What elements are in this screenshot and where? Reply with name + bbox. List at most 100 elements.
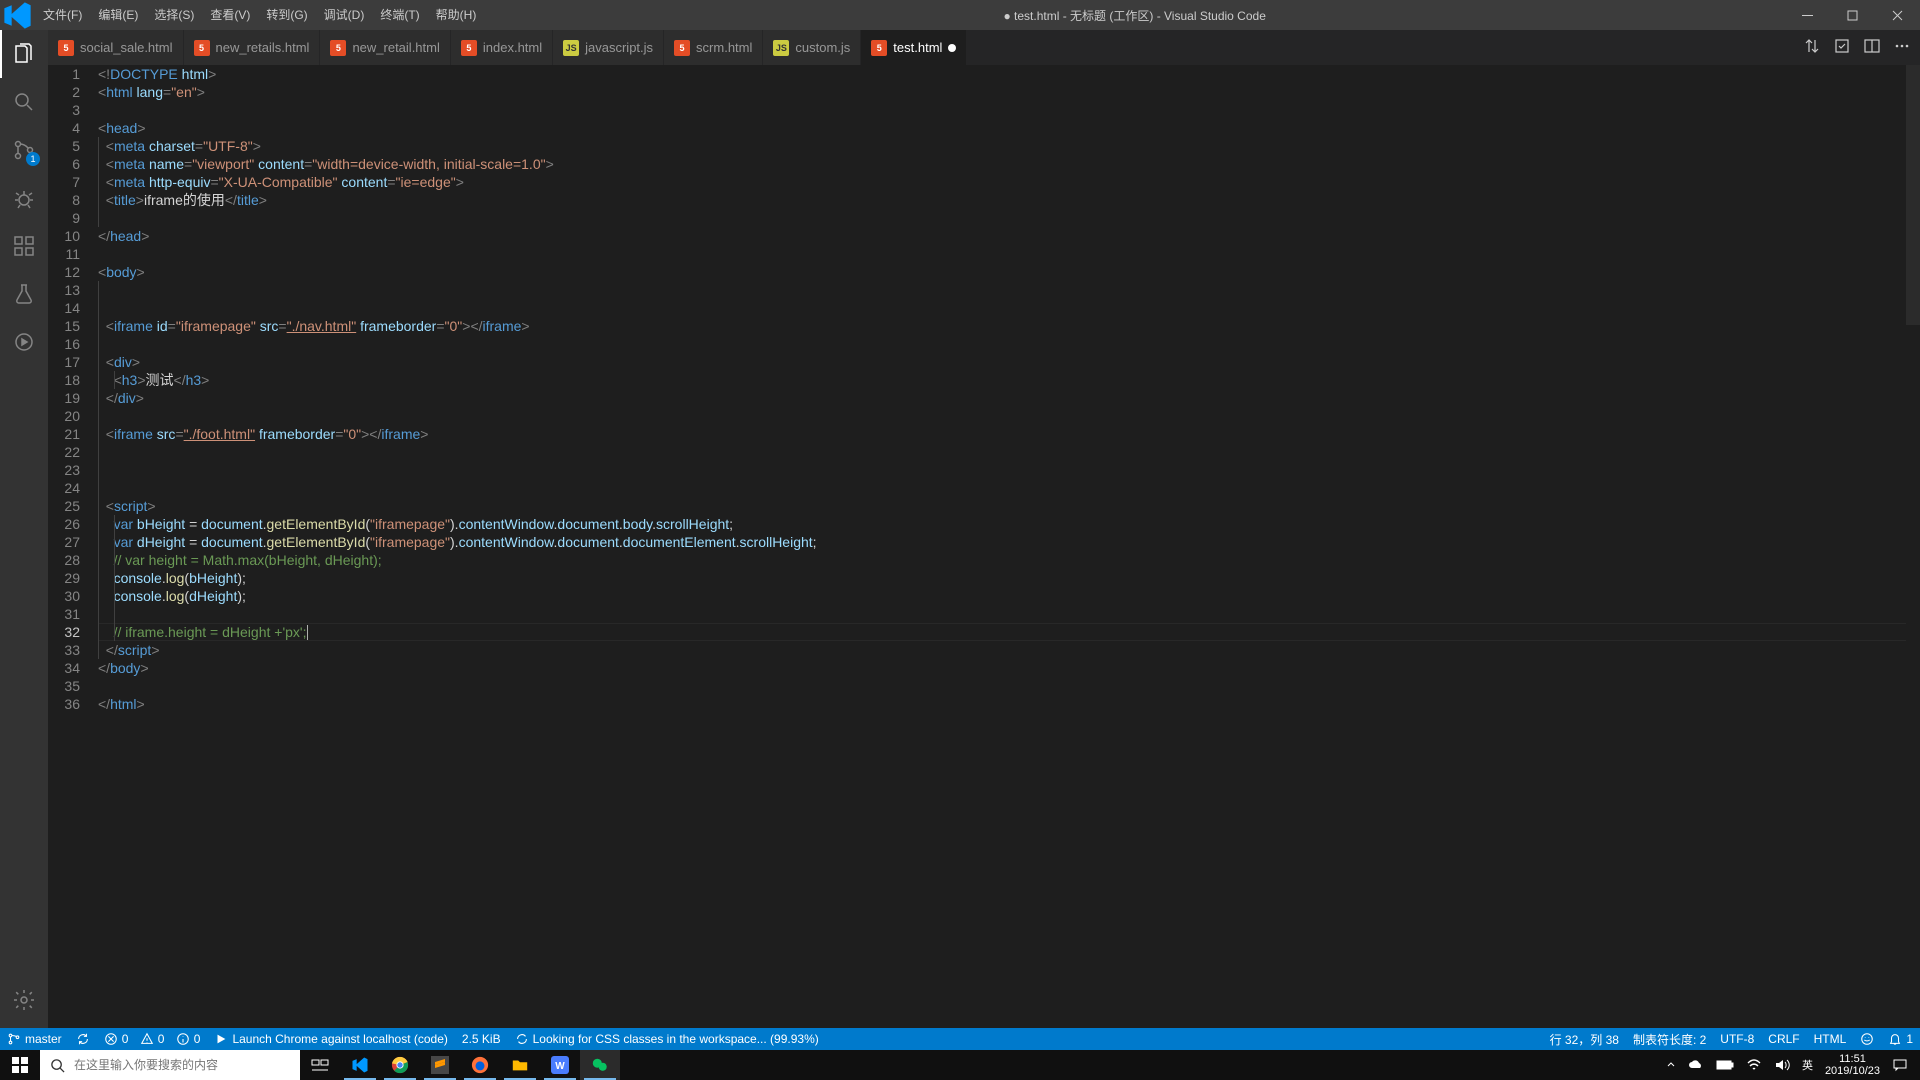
tray-volume-icon[interactable]	[1768, 1050, 1796, 1080]
show-desktop-button[interactable]	[1914, 1050, 1920, 1080]
svg-text:W: W	[555, 1061, 565, 1072]
line-number-gutter: 1234567891011121314151617181920212223242…	[48, 65, 98, 1028]
tab-label: new_retails.html	[216, 40, 310, 55]
menu-item[interactable]: 帮助(H)	[428, 0, 485, 30]
status-language[interactable]: HTML	[1807, 1028, 1854, 1050]
tab[interactable]: 5 new_retails.html	[184, 30, 321, 65]
tab[interactable]: 5 new_retail.html	[320, 30, 450, 65]
task-view-icon[interactable]	[300, 1050, 340, 1080]
tray-action-center-icon[interactable]	[1886, 1050, 1914, 1080]
close-button[interactable]	[1875, 0, 1920, 30]
minimap[interactable]	[1906, 65, 1920, 1028]
tab-label: new_retail.html	[352, 40, 439, 55]
window-title: ● test.html - 无标题 (工作区) - Visual Studio …	[484, 7, 1785, 24]
menu-item[interactable]: 调试(D)	[316, 0, 373, 30]
tab[interactable]: 5 social_sale.html	[48, 30, 184, 65]
tabs-container: 5 social_sale.html 5 new_retails.html 5 new_r…	[48, 30, 1920, 65]
html-file-icon: 5	[674, 40, 690, 56]
debug-icon[interactable]	[0, 174, 48, 222]
beaker-icon[interactable]	[0, 270, 48, 318]
open-preview-icon[interactable]	[1834, 38, 1850, 57]
start-button[interactable]	[0, 1050, 40, 1080]
status-encoding[interactable]: UTF-8	[1713, 1028, 1761, 1050]
status-eol[interactable]: CRLF	[1761, 1028, 1806, 1050]
menu-item[interactable]: 文件(F)	[35, 0, 90, 30]
tray-chevron-icon[interactable]	[1660, 1050, 1682, 1080]
tab[interactable]: 5 test.html	[861, 30, 967, 65]
menu-item[interactable]: 终端(T)	[372, 0, 427, 30]
js-file-icon: JS	[773, 40, 789, 56]
html-file-icon: 5	[461, 40, 477, 56]
minimize-button[interactable]	[1785, 0, 1830, 30]
source-control-icon[interactable]: 1	[0, 126, 48, 174]
menu-bar: 文件(F)编辑(E)选择(S)查看(V)转到(G)调试(D)终端(T)帮助(H)	[35, 0, 484, 30]
html-file-icon: 5	[58, 40, 74, 56]
status-ln-col[interactable]: 行 32，列 38	[1543, 1028, 1626, 1050]
docker-icon[interactable]	[0, 318, 48, 366]
status-sync[interactable]	[69, 1028, 97, 1050]
explorer-icon[interactable]	[0, 30, 48, 78]
html-file-icon: 5	[871, 40, 887, 56]
split-editor-icon[interactable]	[1864, 38, 1880, 57]
app-folder[interactable]	[500, 1050, 540, 1080]
more-actions-icon[interactable]	[1894, 38, 1910, 57]
search-icon	[40, 1058, 74, 1073]
tab[interactable]: JS javascript.js	[553, 30, 664, 65]
settings-gear-icon[interactable]	[0, 976, 48, 1024]
tab-label: scrm.html	[696, 40, 752, 55]
code-body[interactable]: <!DOCTYPE html><html lang="en"><head> <m…	[98, 65, 1906, 1028]
tray-battery-icon[interactable]	[1710, 1050, 1740, 1080]
windows-taskbar: W 英 11:512019/10/23	[0, 1050, 1920, 1080]
taskbar-search[interactable]	[40, 1050, 300, 1080]
js-file-icon: JS	[563, 40, 579, 56]
tab[interactable]: 5 scrm.html	[664, 30, 763, 65]
tray-onedrive-icon[interactable]	[1682, 1050, 1710, 1080]
tab[interactable]: JS custom.js	[763, 30, 861, 65]
tray-wifi-icon[interactable]	[1740, 1050, 1768, 1080]
search-icon[interactable]	[0, 78, 48, 126]
dirty-indicator-icon	[948, 44, 956, 52]
system-tray: 英 11:512019/10/23	[1660, 1050, 1920, 1080]
maximize-button[interactable]	[1830, 0, 1875, 30]
html-file-icon: 5	[330, 40, 346, 56]
extensions-icon[interactable]	[0, 222, 48, 270]
tab-label: test.html	[893, 40, 942, 55]
taskbar-apps: W	[300, 1050, 620, 1080]
menu-item[interactable]: 查看(V)	[202, 0, 258, 30]
status-branch[interactable]: master	[0, 1028, 69, 1050]
app-vscode[interactable]	[340, 1050, 380, 1080]
tray-ime[interactable]: 英	[1796, 1050, 1819, 1080]
scm-badge: 1	[26, 152, 40, 166]
status-bar: master 0 0 0 Launch Chrome against local…	[0, 1028, 1920, 1050]
status-feedback-icon[interactable]	[1853, 1028, 1881, 1050]
status-filesize[interactable]: 2.5 KiB	[455, 1028, 508, 1050]
menu-item[interactable]: 转到(G)	[258, 0, 315, 30]
app-firefox[interactable]	[460, 1050, 500, 1080]
code-editor[interactable]: 1234567891011121314151617181920212223242…	[48, 65, 1920, 1028]
app-wps[interactable]: W	[540, 1050, 580, 1080]
compare-changes-icon[interactable]	[1804, 38, 1820, 57]
taskbar-search-input[interactable]	[74, 1058, 300, 1072]
minimap-thumb[interactable]	[1906, 65, 1920, 325]
status-debug[interactable]: Launch Chrome against localhost (code)	[207, 1028, 454, 1050]
app-sublime[interactable]	[420, 1050, 460, 1080]
tab-label: social_sale.html	[80, 40, 173, 55]
vscode-logo-icon	[0, 0, 35, 33]
status-notifications[interactable]: 1	[1881, 1028, 1920, 1050]
tab-label: custom.js	[795, 40, 850, 55]
menu-item[interactable]: 编辑(E)	[90, 0, 146, 30]
app-wechat[interactable]	[580, 1050, 620, 1080]
activity-bar: 1	[0, 30, 48, 1028]
tab-label: javascript.js	[585, 40, 653, 55]
status-indent[interactable]: 制表符长度: 2	[1626, 1028, 1713, 1050]
tabs-actions	[1794, 30, 1920, 65]
tray-clock[interactable]: 11:512019/10/23	[1819, 1050, 1886, 1080]
editor-group: 5 social_sale.html 5 new_retails.html 5 new_r…	[48, 30, 1920, 1028]
app-chrome[interactable]	[380, 1050, 420, 1080]
status-css-search[interactable]: Looking for CSS classes in the workspace…	[508, 1028, 826, 1050]
status-problems[interactable]: 0 0 0	[97, 1028, 208, 1050]
menu-item[interactable]: 选择(S)	[146, 0, 202, 30]
tab-label: index.html	[483, 40, 542, 55]
html-file-icon: 5	[194, 40, 210, 56]
tab[interactable]: 5 index.html	[451, 30, 553, 65]
